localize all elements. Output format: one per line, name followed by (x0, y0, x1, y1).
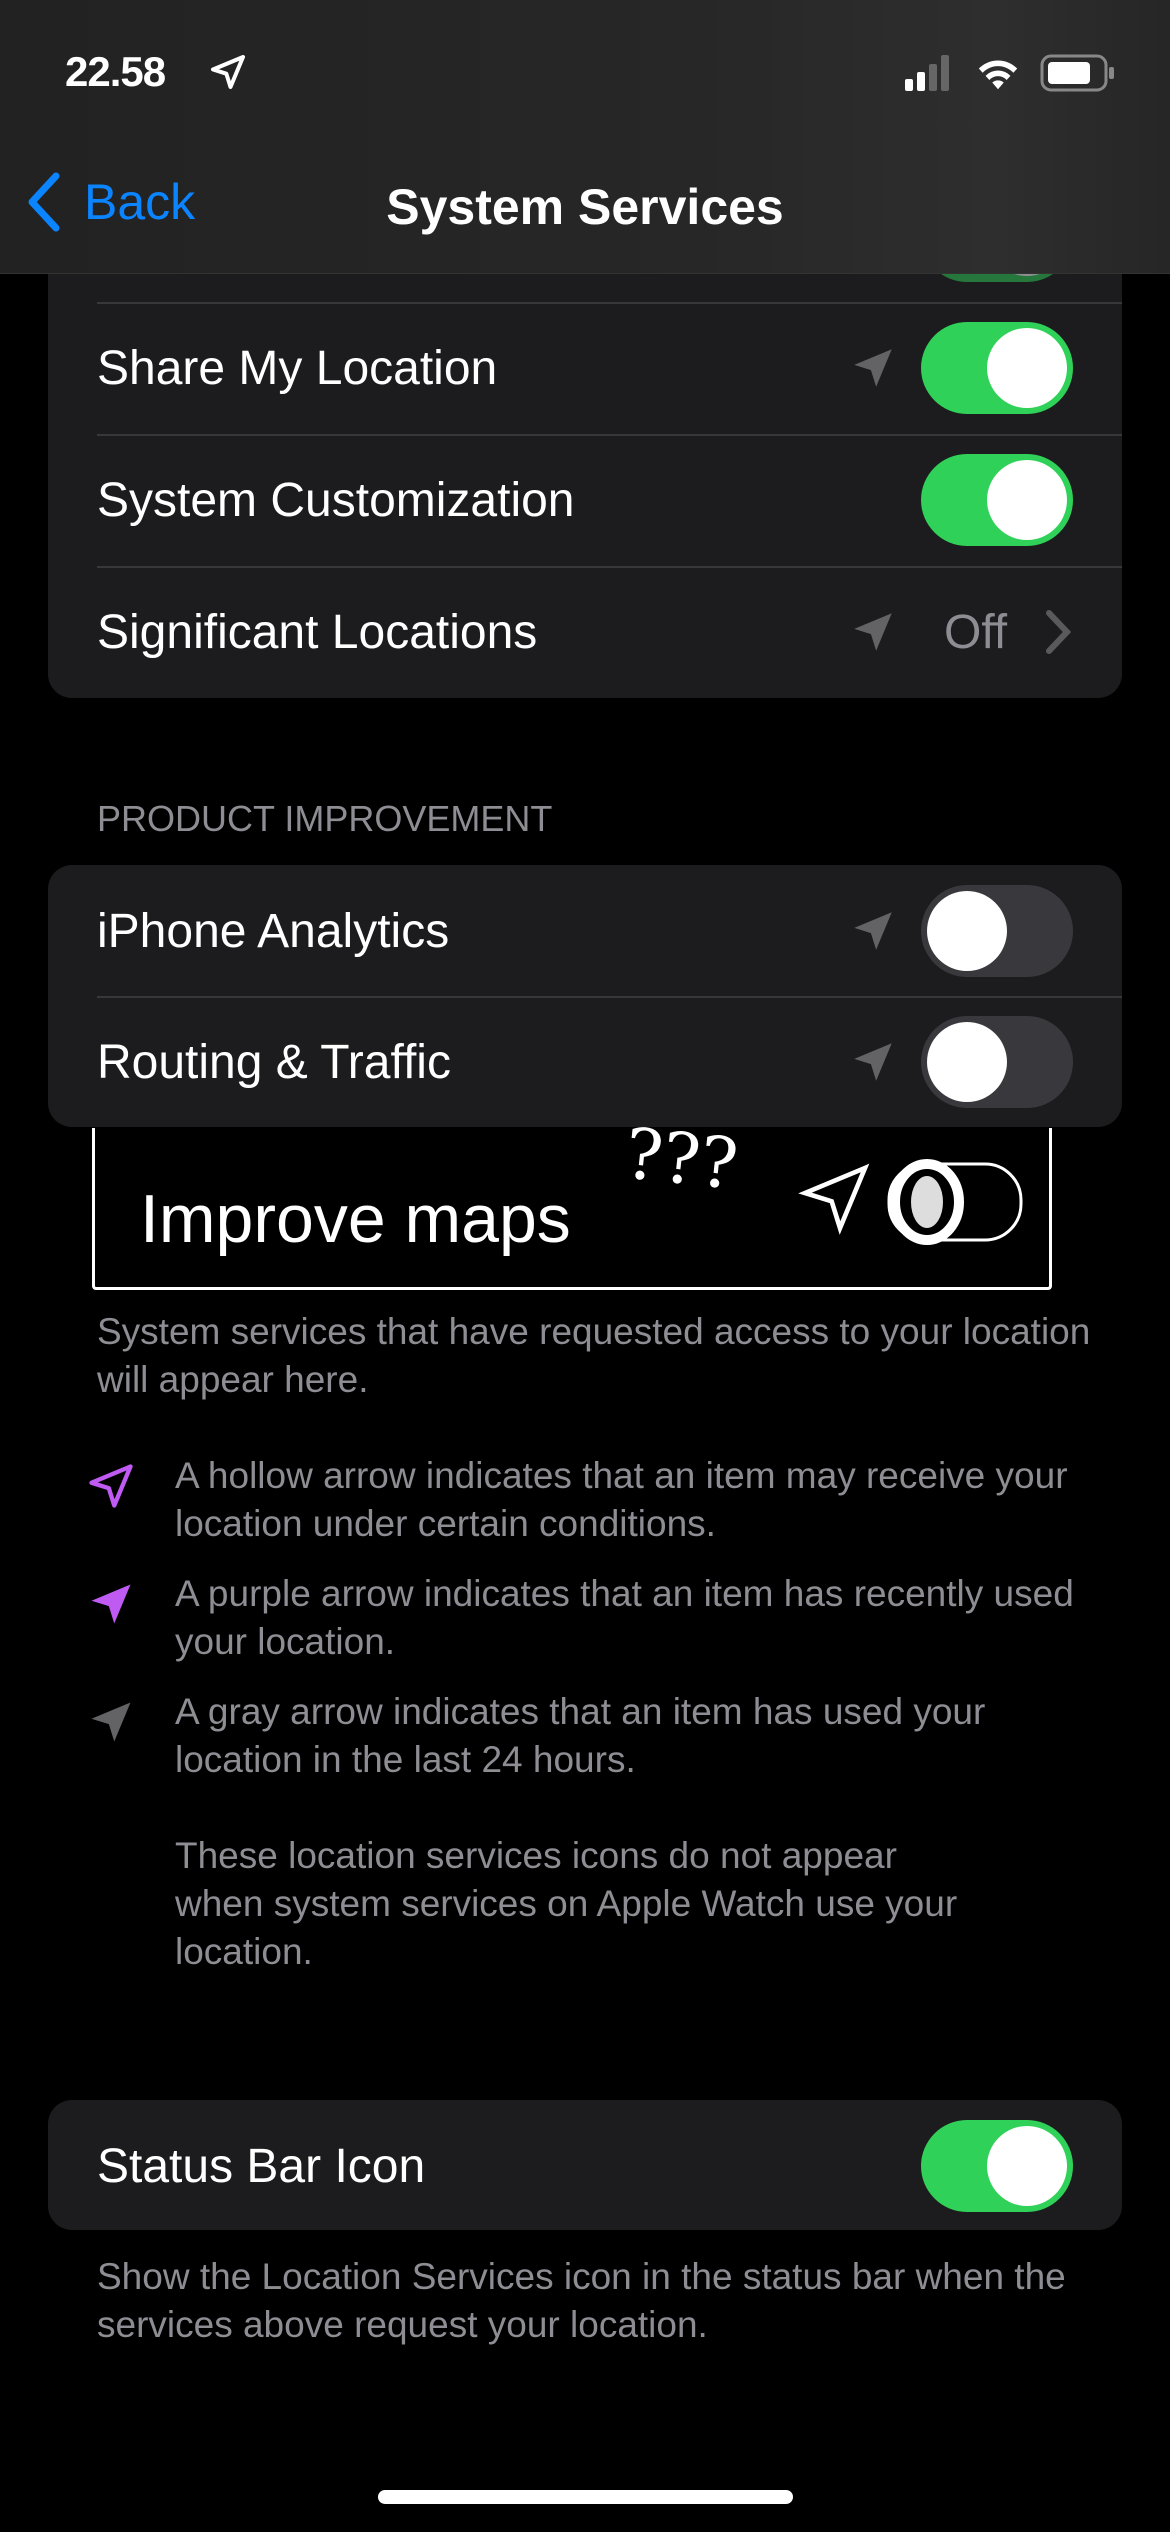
routing-traffic-toggle[interactable] (921, 1016, 1073, 1108)
row-label: System Customization (97, 473, 575, 527)
status-time: 22.58 (65, 48, 166, 95)
annotation-marks: ??? (621, 1112, 742, 1206)
hollow-arrow-icon (89, 1464, 133, 1508)
status-bar-icon-group: Status Bar Icon (48, 2100, 1122, 2230)
row-iphone-analytics: iPhone Analytics (48, 865, 1122, 997)
row-label: Routing & Traffic (97, 1035, 451, 1089)
row-label: Status Bar Icon (97, 2139, 426, 2193)
location-arrow-gray-icon (848, 906, 898, 956)
page-title: System Services (386, 179, 784, 235)
hand-drawn-arrow-icon (798, 1163, 870, 1235)
row-share-my-location: Share My Location (48, 302, 1122, 434)
handwritten-annotation: Improve maps ??? (92, 1112, 1052, 1290)
location-arrow-gray-icon (848, 343, 898, 393)
watch-note: These location services icons do not app… (175, 1835, 958, 1972)
share-my-location-toggle[interactable] (921, 322, 1073, 414)
row-status-bar-icon: Status Bar Icon (48, 2100, 1122, 2230)
navigation-bar: 22.58 Back System Services (0, 0, 1170, 274)
location-arrow-gray-icon (848, 607, 898, 657)
purple-arrow-icon (85, 1578, 137, 1630)
row-label: Significant Locations (97, 605, 538, 659)
legend-gray-arrow: A gray arrow indicates that an item has … (175, 1691, 986, 1780)
status-bar-icon-toggle[interactable] (921, 2120, 1073, 2212)
home-indicator[interactable] (378, 2490, 793, 2504)
services-footer: System services that have requested acce… (97, 1311, 1091, 1400)
row-label: Share My Location (97, 341, 498, 395)
gray-arrow-icon (85, 1696, 137, 1748)
location-arrow-icon (211, 55, 245, 89)
location-arrow-gray-icon (848, 1037, 898, 1087)
row-significant-locations[interactable]: Significant Locations Off (48, 566, 1122, 698)
legend-purple-arrow: A purple arrow indicates that an item ha… (175, 1573, 1074, 1662)
row-label: iPhone Analytics (97, 904, 450, 958)
row-value: Off (944, 605, 1008, 659)
annotation-text: Improve maps (140, 1181, 571, 1257)
status-bar-icon-footer: Show the Location Services icon in the s… (97, 2256, 1066, 2345)
wifi-icon (978, 60, 1018, 90)
row-system-customization: System Customization (48, 434, 1122, 566)
row-routing-traffic: Routing & Traffic (48, 996, 1122, 1127)
chevron-right-icon (1046, 610, 1072, 654)
product-improvement-group: iPhone Analytics Routing & Traffic (48, 865, 1122, 1127)
legend-hollow-arrow: A hollow arrow indicates that an item ma… (175, 1455, 1068, 1544)
system-customization-toggle[interactable] (921, 454, 1073, 546)
services-group: Share My Location System Customization S… (48, 200, 1122, 698)
section-header: PRODUCT IMPROVEMENT (97, 798, 553, 839)
hand-drawn-toggle-icon (887, 1159, 1023, 1245)
battery-icon (1040, 54, 1114, 92)
signal-icon (905, 55, 949, 91)
iphone-analytics-toggle[interactable] (921, 885, 1073, 977)
